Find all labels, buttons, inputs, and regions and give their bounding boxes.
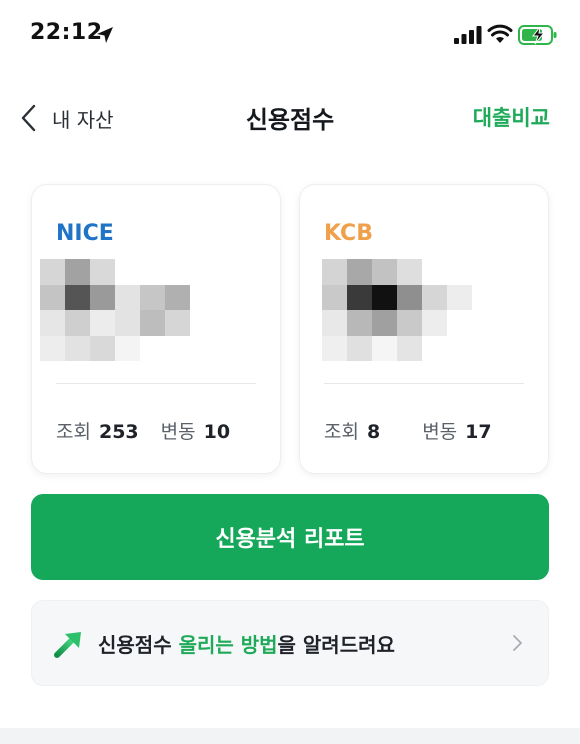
back-button[interactable]: 내 자산: [18, 98, 114, 138]
change-count: 10: [203, 421, 231, 443]
inquiry-count: 8: [366, 421, 381, 443]
blurred-score: [40, 259, 240, 361]
card-stats: 조회 253 변동 10: [56, 417, 252, 444]
loan-compare-link[interactable]: 대출비교: [473, 102, 550, 132]
chevron-left-icon: [21, 104, 36, 132]
score-tip-banner[interactable]: 신용점수 올리는 방법을 알려드려요: [31, 600, 549, 686]
change-label: 변동: [160, 421, 196, 443]
battery-charging-icon: [518, 25, 557, 45]
inquiry-label: 조회: [324, 421, 359, 443]
status-time: 22:12: [30, 20, 103, 45]
tip-text: 신용점수 올리는 방법을 알려드려요: [98, 629, 395, 658]
card-stats: 조회 8 변동 17: [324, 417, 514, 444]
inquiry-count: 253: [98, 421, 139, 443]
bottom-section-divider: [0, 728, 580, 744]
card-divider: [56, 383, 256, 384]
back-label: 내 자산: [52, 107, 114, 132]
tip-text-highlight: 올리는 방법: [178, 633, 278, 657]
agency-name: NICE: [56, 221, 114, 246]
nice-score-card[interactable]: NICE 조회 253 변동 10: [31, 184, 281, 474]
kcb-score-card[interactable]: KCB 조회 8 변동 17: [299, 184, 549, 474]
trend-up-icon: [54, 632, 81, 658]
credit-report-button[interactable]: 신용분석 리포트: [31, 494, 549, 580]
card-divider: [324, 383, 524, 384]
tip-text-before: 신용점수: [98, 633, 179, 657]
change-label: 변동: [422, 421, 458, 443]
change-count: 17: [465, 421, 492, 443]
status-bar: 22:12: [0, 0, 580, 72]
location-arrow-icon: [97, 27, 113, 43]
cellular-signal-icon: [454, 26, 482, 44]
blurred-score: [322, 259, 522, 361]
chevron-right-icon: [513, 635, 522, 651]
tip-text-after: 을 알려드려요: [277, 633, 395, 657]
agency-name: KCB: [324, 221, 373, 246]
inquiry-label: 조회: [56, 421, 91, 443]
wifi-icon: [487, 24, 513, 43]
credit-score-screen: 22:12 내 자산 신용점수 대출비교 NICE 조회 253 변동 10 K…: [0, 0, 580, 744]
